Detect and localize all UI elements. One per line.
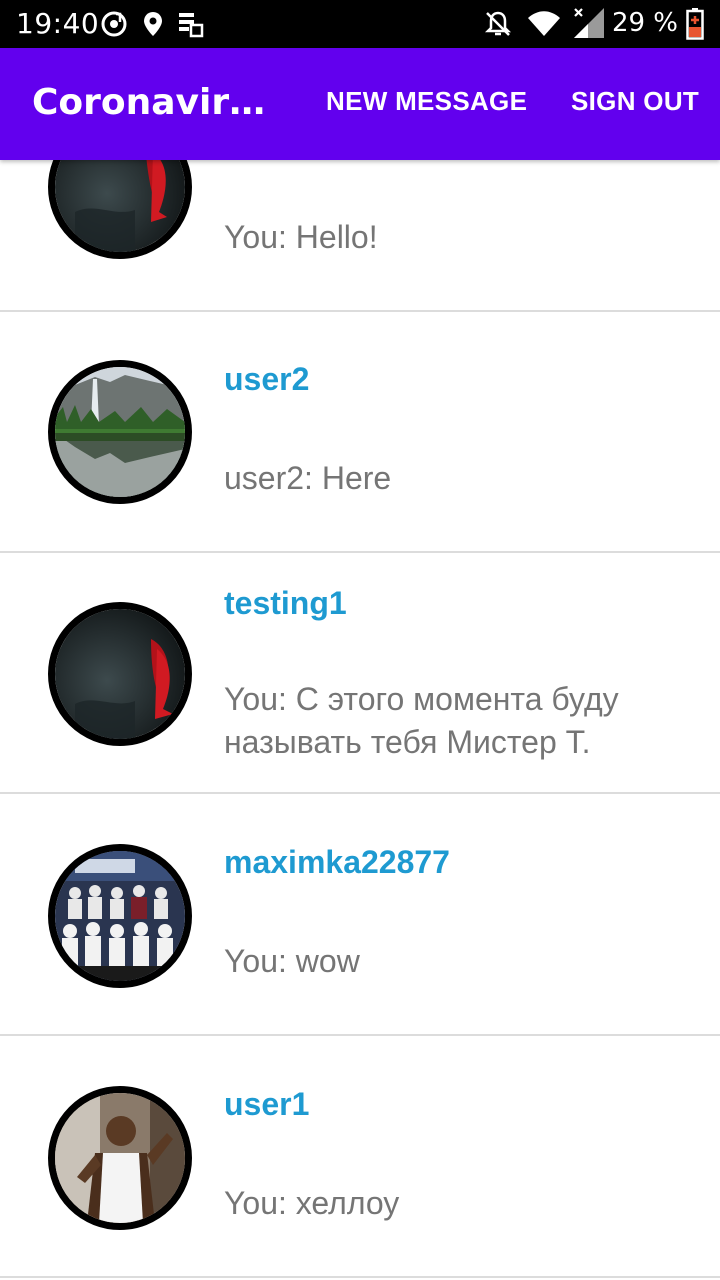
- conversation-username: user1: [224, 1086, 310, 1122]
- battery-percent: 29 %: [611, 8, 678, 38]
- avatar: [48, 160, 192, 259]
- conversation-row[interactable]: user1 You: хеллоу: [0, 1037, 720, 1278]
- battery-low-icon: [686, 8, 704, 40]
- conversation-row[interactable]: user2 user2: Here: [0, 312, 720, 553]
- conversation-row[interactable]: maximka22877 You: wow: [0, 795, 720, 1036]
- avatar: [48, 844, 192, 988]
- conversation-username: user2: [224, 361, 310, 397]
- avatar: [48, 360, 192, 504]
- conversation-row[interactable]: You: Hello!: [0, 160, 720, 312]
- conversation-username: testing1: [224, 585, 347, 621]
- wifi-icon: [527, 10, 561, 38]
- location-icon: [139, 10, 167, 38]
- conversation-row[interactable]: testing1 You: С этого момента буду назыв…: [0, 553, 720, 794]
- status-time: 19:40: [16, 7, 100, 40]
- conversation-last-message: user2: Here: [224, 460, 392, 496]
- status-bar: 19:40 29 %: [0, 0, 720, 48]
- avatar: [48, 602, 192, 746]
- music-app-icon: [100, 10, 128, 38]
- conversation-username: maximka22877: [224, 844, 450, 880]
- notification-stack-icon: [176, 10, 204, 38]
- avatar: [48, 1086, 192, 1230]
- conversation-last-message: You: wow: [224, 943, 360, 979]
- conversation-last-message: You: хеллоу: [224, 1185, 400, 1221]
- notifications-off-icon: [484, 10, 512, 38]
- conversation-list[interactable]: You: Hello! user2 user2: Here testing1 Y…: [0, 160, 720, 1280]
- app-title: Coronaviru…: [32, 82, 272, 123]
- conversation-last-message: You: Hello!: [224, 219, 378, 255]
- signal-icon: [572, 6, 606, 40]
- app-bar: Coronaviru… NEW MESSAGE SIGN OUT: [0, 48, 720, 160]
- conversation-last-message: You: С этого момента буду называть тебя …: [224, 681, 619, 760]
- new-message-button[interactable]: NEW MESSAGE: [326, 86, 527, 117]
- sign-out-button[interactable]: SIGN OUT: [571, 86, 699, 117]
